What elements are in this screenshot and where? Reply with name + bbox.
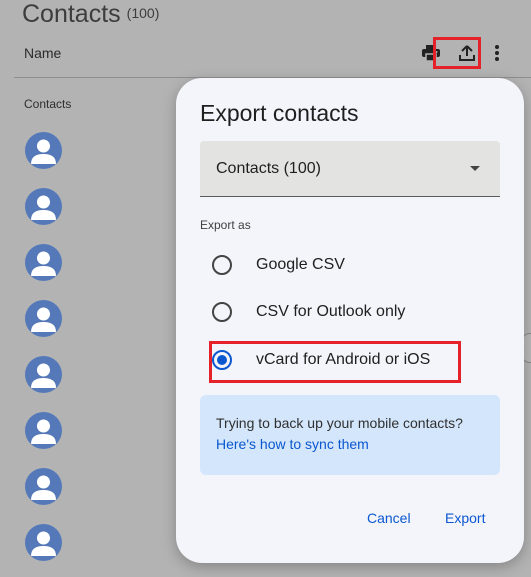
option-label: Google CSV [256, 256, 345, 273]
cancel-button[interactable]: Cancel [367, 510, 411, 526]
export-button-confirm[interactable]: Export [445, 510, 485, 526]
option-label: CSV for Outlook only [256, 303, 406, 320]
person-icon [31, 251, 56, 276]
person-icon [31, 531, 56, 556]
option-csv-outlook[interactable]: CSV for Outlook only [212, 300, 405, 324]
page-title: Contacts (100) [22, 0, 159, 29]
person-icon [31, 139, 56, 164]
select-value: Contacts (100) [216, 160, 321, 177]
export-button-highlight [433, 37, 481, 69]
contact-avatar[interactable] [25, 244, 62, 281]
more-vert-icon [495, 45, 499, 61]
contact-avatar[interactable] [25, 468, 62, 505]
contact-avatar[interactable] [25, 132, 62, 169]
section-label: Contacts [24, 97, 72, 111]
vcard-option-highlight [209, 341, 461, 383]
person-icon [31, 475, 56, 500]
sync-info-banner: Trying to back up your mobile contacts? … [200, 395, 500, 475]
dropdown-arrow-icon [470, 166, 480, 171]
info-text: Trying to back up your mobile contacts? [216, 415, 463, 431]
sync-help-link[interactable]: Here's how to sync them [216, 436, 369, 452]
person-icon [31, 195, 56, 220]
contact-avatar[interactable] [25, 412, 62, 449]
contact-avatar[interactable] [25, 188, 62, 225]
person-icon [31, 307, 56, 332]
name-column-header[interactable]: Name [24, 45, 61, 61]
contact-avatar[interactable] [25, 524, 62, 561]
contact-avatar[interactable] [25, 300, 62, 337]
contacts-count: (100) [126, 5, 160, 21]
export-contacts-dialog: Export contacts Contacts (100) Export as… [176, 78, 524, 563]
radio-csv-outlook[interactable] [212, 302, 232, 322]
more-options-button[interactable] [485, 38, 509, 68]
person-icon [31, 363, 56, 388]
page-title-text: Contacts [22, 0, 121, 28]
export-as-label: Export as [200, 218, 251, 232]
person-icon [31, 419, 56, 444]
contact-avatar[interactable] [25, 356, 62, 393]
dialog-title: Export contacts [200, 100, 359, 126]
radio-google-csv[interactable] [212, 255, 232, 275]
contacts-select[interactable]: Contacts (100) [200, 141, 500, 197]
option-google-csv[interactable]: Google CSV [212, 253, 345, 277]
